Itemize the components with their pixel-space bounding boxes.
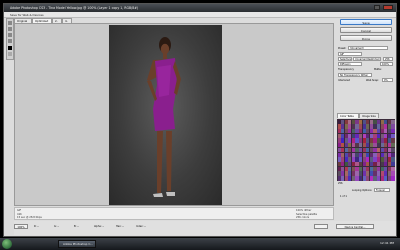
color-swatch[interactable] [391,128,395,134]
color-swatch[interactable] [391,161,395,167]
system-clock: 12:41 PM [380,241,394,245]
dither-select[interactable]: Diffusion [338,62,362,66]
menu-save-for-web[interactable]: Save for Web & Devices [10,13,44,17]
color-swatch[interactable] [391,143,395,148]
no-transparency-dither-select[interactable]: No Transparency Dither [338,73,372,77]
settings-panel: Save Cancel Done Preset: [Unnamed] GIF S… [336,18,396,220]
eyedropper-color-swatch[interactable] [8,46,12,50]
color-swatch[interactable] [391,133,395,138]
color-swatch[interactable] [391,119,395,124]
start-button-icon[interactable] [2,239,12,249]
web-snap-value[interactable]: 0% [382,78,393,82]
photoshop-window: Adobe Photoshop CS3 - Tina Model Yellow.… [3,3,397,237]
taskbar: Adobe Photoshop C... 12:41 PM [0,238,400,250]
save-button[interactable]: Save [340,19,392,25]
reduction-select[interactable]: Selective [338,57,352,61]
color-swatch[interactable] [391,138,395,143]
toggle-slices-icon[interactable] [8,52,12,56]
preset-label: Preset: [338,47,347,50]
color-swatch[interactable] [391,124,395,129]
color-swatch[interactable] [391,152,395,157]
color-count[interactable]: 256 [383,57,393,61]
model-figure-image [147,37,181,197]
preview-browser-button[interactable] [314,224,328,229]
taskbar-photoshop-button[interactable]: Adobe Photoshop C... [58,240,96,248]
dither-amount[interactable]: 100% [380,62,393,66]
optimization-info: GIF 41K 15 sec @ 28.8 Kbps 100% dither S… [14,207,334,220]
color-swatch[interactable] [391,147,395,153]
status-g: G: -- [54,225,60,228]
image-canvas[interactable] [14,23,334,206]
window-title: Adobe Photoshop CS3 - Tina Model Yellow.… [10,6,139,10]
device-central-button[interactable]: Device Central... [336,224,374,229]
frame-counter: 1 of 1 [340,195,347,198]
looping-label: Looping Options: [352,189,373,192]
color-swatch[interactable] [391,171,395,176]
zoom-level-select[interactable]: 100% [14,224,28,229]
color-table-grid[interactable] [337,119,395,181]
done-button[interactable]: Done [340,35,392,41]
status-alpha: Alpha: -- [94,225,105,228]
close-button[interactable] [383,5,393,10]
color-swatch[interactable] [391,157,395,162]
minimize-button[interactable] [374,5,380,10]
interlaced-checkbox[interactable]: Interlaced [338,79,350,82]
slice-select-tool-icon[interactable] [8,27,12,31]
tab-image-size[interactable]: Image Size [359,113,379,118]
info-download-time: 15 sec @ 28.8 Kbps [17,216,42,219]
zoom-tool-icon[interactable] [8,33,12,37]
hand-tool-icon[interactable] [8,21,12,25]
transparency-checkbox[interactable]: Transparency [338,68,354,71]
toolbox [6,18,14,60]
format-select[interactable]: GIF [338,52,362,56]
status-b: B: -- [74,225,79,228]
matte-label: Matte: [374,68,382,71]
eyedropper-tool-icon[interactable] [8,39,12,43]
status-hex: Hex: -- [116,225,124,228]
status-r: R: -- [34,225,39,228]
reduction-value[interactable]: Unnamed Restricted [353,57,381,61]
status-bar: 100% R: -- G: -- B: -- Alpha: -- Hex: --… [14,221,396,235]
color-swatch[interactable] [391,166,395,172]
looping-select[interactable]: Forever [374,188,390,192]
color-count-label: 256 [338,182,343,185]
color-swatch[interactable] [391,176,395,181]
status-index: Index: -- [136,225,146,228]
web-snap-label: Web Snap: [366,79,379,82]
model-photo [109,25,222,205]
preset-select[interactable]: [Unnamed] [348,46,388,50]
title-bar: Adobe Photoshop CS3 - Tina Model Yellow.… [4,4,396,12]
tab-color-table[interactable]: Color Table [337,113,359,118]
cancel-button[interactable]: Cancel [340,27,392,33]
info-colors: 256 colors [296,216,310,219]
